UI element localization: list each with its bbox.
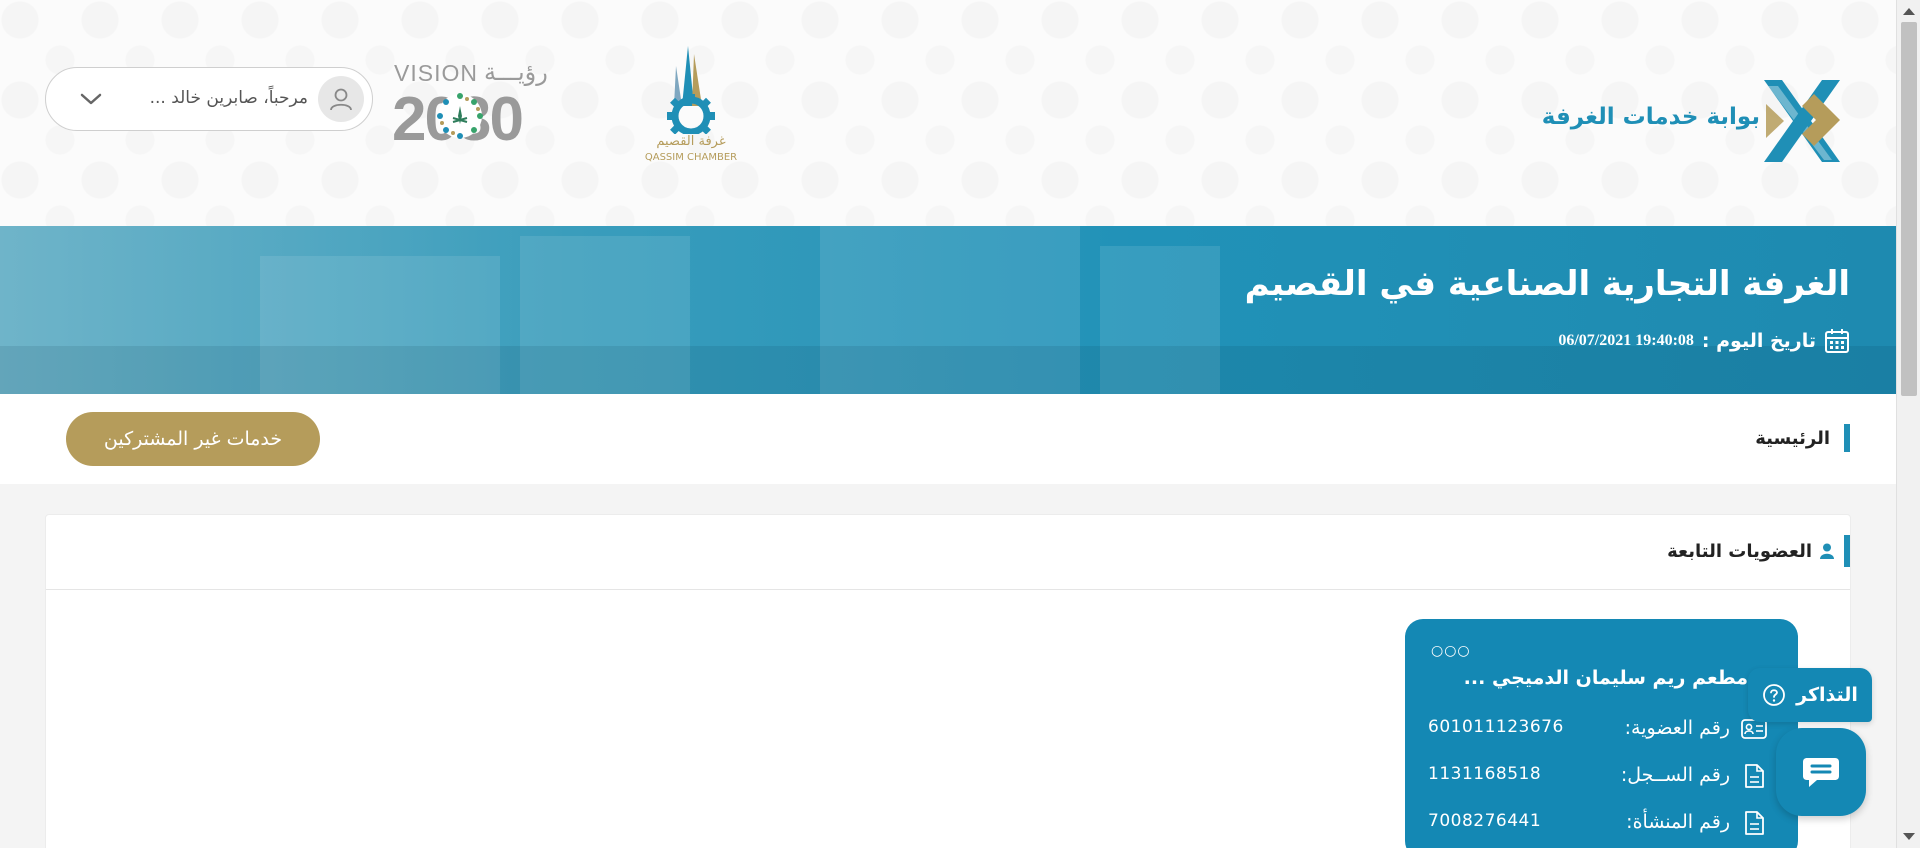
establishment-name: مطعم ريم سليمان الدميجي ... [1463,667,1748,689]
banner-title: الغرفة التجارية الصناعية في القصيم [1244,264,1850,304]
top-header: بوابة خدمات الغرفة غرفة القصيم QASSIM CH… [0,0,1896,226]
tickets-label: التذاكر [1796,684,1858,706]
date-row: تاريخ اليوم : 06/07/2021 19:40:08 [1558,328,1850,354]
chamber-logo-arabic: غرفة القصيم [656,134,726,149]
establishment-number-label: رقم المنشأة: [1626,811,1730,833]
date-value: 06/07/2021 19:40:08 [1558,332,1694,349]
qassim-chamber-logo: غرفة القصيم QASSIM CHAMBER [636,44,746,168]
vision-word: VISION [394,60,478,86]
user-greeting: مرحباً، صابرين خالد ... [149,88,308,108]
portal-title: بوابة خدمات الغرفة [1541,104,1760,130]
scroll-up-arrow-icon[interactable] [1903,8,1915,15]
membership-card[interactable]: ○○○ مطعم ريم سليمان الدميجي ... رقم العض… [1405,619,1798,848]
vertical-scrollbar[interactable] [1896,0,1920,848]
chamber-logo-english: QASSIM CHAMBER [644,152,738,163]
vision-2030-logo: VISION رؤيـــة 2030 [392,58,570,154]
vision-emblem-icon [437,93,483,139]
breadcrumb-bar: الرئيسية خدمات غير المشتركين [0,394,1896,484]
registry-number-value: 1131168518 [1428,764,1542,784]
user-icon [330,88,352,111]
chat-button[interactable] [1776,728,1866,816]
chevron-down-icon[interactable] [80,90,102,108]
breadcrumb-home[interactable]: الرئيسية [1755,424,1850,452]
help-icon [1763,684,1786,706]
document-icon [1745,764,1764,788]
memberships-title-text: العضويات التابعة [1667,540,1812,562]
membership-number-row: رقم العضوية: 601011123676 [1428,713,1768,745]
establishment-number-value: 7008276441 [1428,811,1542,831]
scrollbar-thumb[interactable] [1901,22,1917,396]
membership-number-value: 601011123676 [1428,717,1564,737]
calendar-icon [1825,329,1849,353]
hero-banner: الغرفة التجارية الصناعية في القصيم تاريخ… [0,226,1896,394]
registry-number-row: رقم الســجل: 1131168518 [1428,760,1768,792]
registry-number-label: رقم الســجل: [1620,764,1730,786]
membership-number-label: رقم العضوية: [1624,717,1730,739]
chat-bubble-icon [1803,758,1839,787]
scroll-down-arrow-icon[interactable] [1903,833,1915,840]
establishment-number-row: رقم المنشأة: 7008276441 [1428,807,1768,839]
user-icon [1820,543,1834,559]
chamber-tower-icon [667,46,715,136]
memberships-panel-header: العضويات التابعة [46,515,1850,590]
vision-word-arabic: رؤيـــة [484,58,548,86]
memberships-section-title: العضويات التابعة [1667,535,1850,567]
date-label: تاريخ اليوم : [1701,330,1816,352]
document-icon [1745,811,1764,835]
tickets-button[interactable]: التذاكر [1748,668,1872,722]
page: بوابة خدمات الغرفة غرفة القصيم QASSIM CH… [0,0,1896,848]
user-menu[interactable]: مرحباً، صابرين خالد ... [45,67,373,131]
card-options-icon[interactable]: ○○○ [1431,643,1471,659]
portal-logo[interactable] [1754,74,1848,168]
user-avatar [318,76,364,122]
non-subscribers-services-button[interactable]: خدمات غير المشتركين [66,412,320,466]
